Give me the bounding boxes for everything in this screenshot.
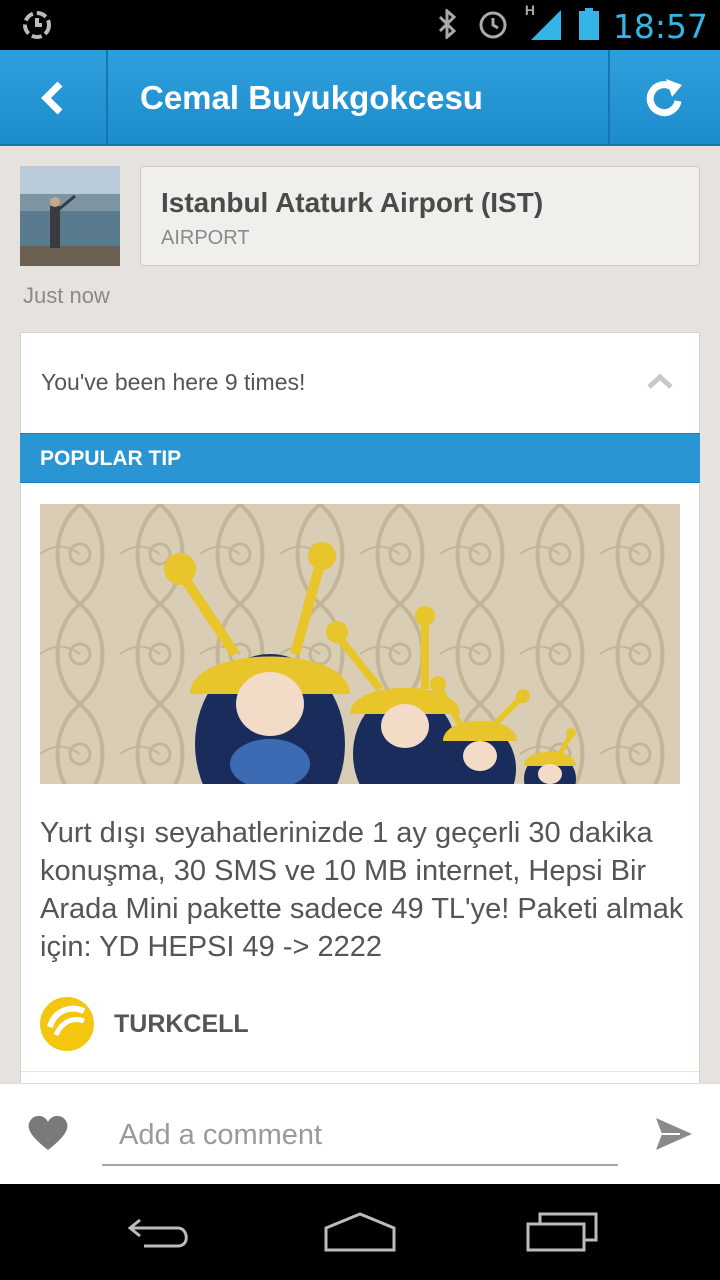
bluetooth-icon bbox=[437, 7, 459, 44]
back-button[interactable] bbox=[0, 50, 108, 146]
recents-nav-icon bbox=[526, 1212, 598, 1252]
comment-bar bbox=[0, 1083, 720, 1184]
checkin-card: You've been here 9 times! POPULAR TIP Yu… bbox=[20, 332, 700, 1092]
avatar[interactable] bbox=[20, 166, 120, 266]
tip-text: Yurt dışı seyahatlerinizde 1 ay geçerli … bbox=[40, 817, 684, 963]
turkcell-logo[interactable] bbox=[40, 997, 94, 1051]
tip-header: POPULAR TIP bbox=[20, 433, 700, 483]
heart-icon bbox=[28, 1115, 68, 1150]
tip-header-label: POPULAR TIP bbox=[40, 447, 182, 470]
visit-count-text: You've been here 9 times! bbox=[41, 369, 306, 395]
chevron-up-icon bbox=[647, 373, 673, 389]
action-bar: Cemal Buyukgokcesu bbox=[0, 50, 720, 146]
venue-name: Istanbul Ataturk Airport (IST) bbox=[161, 187, 544, 218]
refresh-button[interactable] bbox=[608, 50, 720, 146]
send-icon bbox=[656, 1118, 692, 1150]
checkin-timestamp: Just now bbox=[23, 283, 110, 308]
status-bar: H 18:57 bbox=[0, 0, 720, 50]
send-button[interactable] bbox=[654, 1114, 694, 1159]
tip-author[interactable]: TURKCELL bbox=[114, 1010, 249, 1039]
collapse-button[interactable] bbox=[647, 373, 673, 394]
back-nav-button[interactable] bbox=[90, 1184, 230, 1280]
venue-category: AIRPORT bbox=[161, 227, 250, 249]
alarm-icon bbox=[477, 8, 509, 45]
battery-icon bbox=[578, 7, 599, 45]
tip-image bbox=[40, 504, 680, 784]
back-nav-icon bbox=[127, 1218, 188, 1248]
comment-input[interactable] bbox=[102, 1106, 618, 1166]
sync-icon bbox=[20, 8, 54, 47]
venue-card[interactable]: Istanbul Ataturk Airport (IST) AIRPORT bbox=[140, 166, 700, 266]
signal-icon: H bbox=[525, 2, 561, 45]
refresh-icon bbox=[646, 79, 682, 117]
home-nav-icon bbox=[324, 1212, 396, 1252]
like-button[interactable] bbox=[26, 1112, 70, 1157]
clock: 18:57 bbox=[612, 6, 708, 46]
divider bbox=[21, 1071, 699, 1072]
home-nav-button[interactable] bbox=[290, 1184, 430, 1280]
page-title: Cemal Buyukgokcesu bbox=[140, 79, 483, 116]
navigation-bar bbox=[0, 1184, 720, 1280]
chevron-left-icon bbox=[41, 81, 63, 115]
recents-nav-button[interactable] bbox=[492, 1184, 632, 1280]
network-type-label: H bbox=[524, 1, 536, 18]
